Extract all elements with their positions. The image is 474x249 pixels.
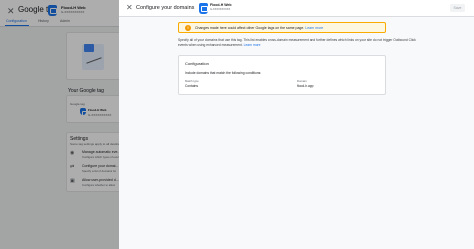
warning-banner: ! Changes made here could affect other G… <box>178 22 386 33</box>
description-body: Specify all of your domains that use thi… <box>178 38 416 47</box>
overlay-scrim[interactable] <box>0 0 119 249</box>
google-tag-icon <box>199 3 208 14</box>
domain-value[interactable]: flood-h.app <box>297 84 314 88</box>
configuration-subtitle: Include domains that match the following… <box>185 71 262 75</box>
save-button[interactable]: Save <box>450 4 465 12</box>
learn-more-link[interactable]: Learn more <box>305 26 323 30</box>
site-name: Flood-H Web <box>210 3 232 7</box>
description-text: Specify all of your domains that use thi… <box>178 38 418 47</box>
close-icon[interactable]: ✕ <box>126 3 133 12</box>
panel-title: Configure your domains <box>136 5 195 11</box>
learn-more-link[interactable]: Learn more <box>244 43 261 47</box>
match-type-header: Match type <box>185 79 199 83</box>
configuration-card: Configuration Include domains that match… <box>178 55 386 95</box>
configuration-title: Configuration <box>185 61 209 66</box>
site-id: G-XXXXXXXXXX <box>210 8 231 11</box>
warning-text: Changes made here could affect other Goo… <box>195 26 323 30</box>
configure-domains-panel: ✕ Configure your domains Flood-H Web G-X… <box>119 0 474 249</box>
panel-header: ✕ Configure your domains Flood-H Web G-X… <box>119 0 474 17</box>
domain-header: Domain <box>297 79 307 83</box>
warning-message: Changes made here could affect other Goo… <box>195 26 305 30</box>
match-type-value[interactable]: Contains <box>185 84 198 88</box>
warning-icon: ! <box>185 25 191 31</box>
